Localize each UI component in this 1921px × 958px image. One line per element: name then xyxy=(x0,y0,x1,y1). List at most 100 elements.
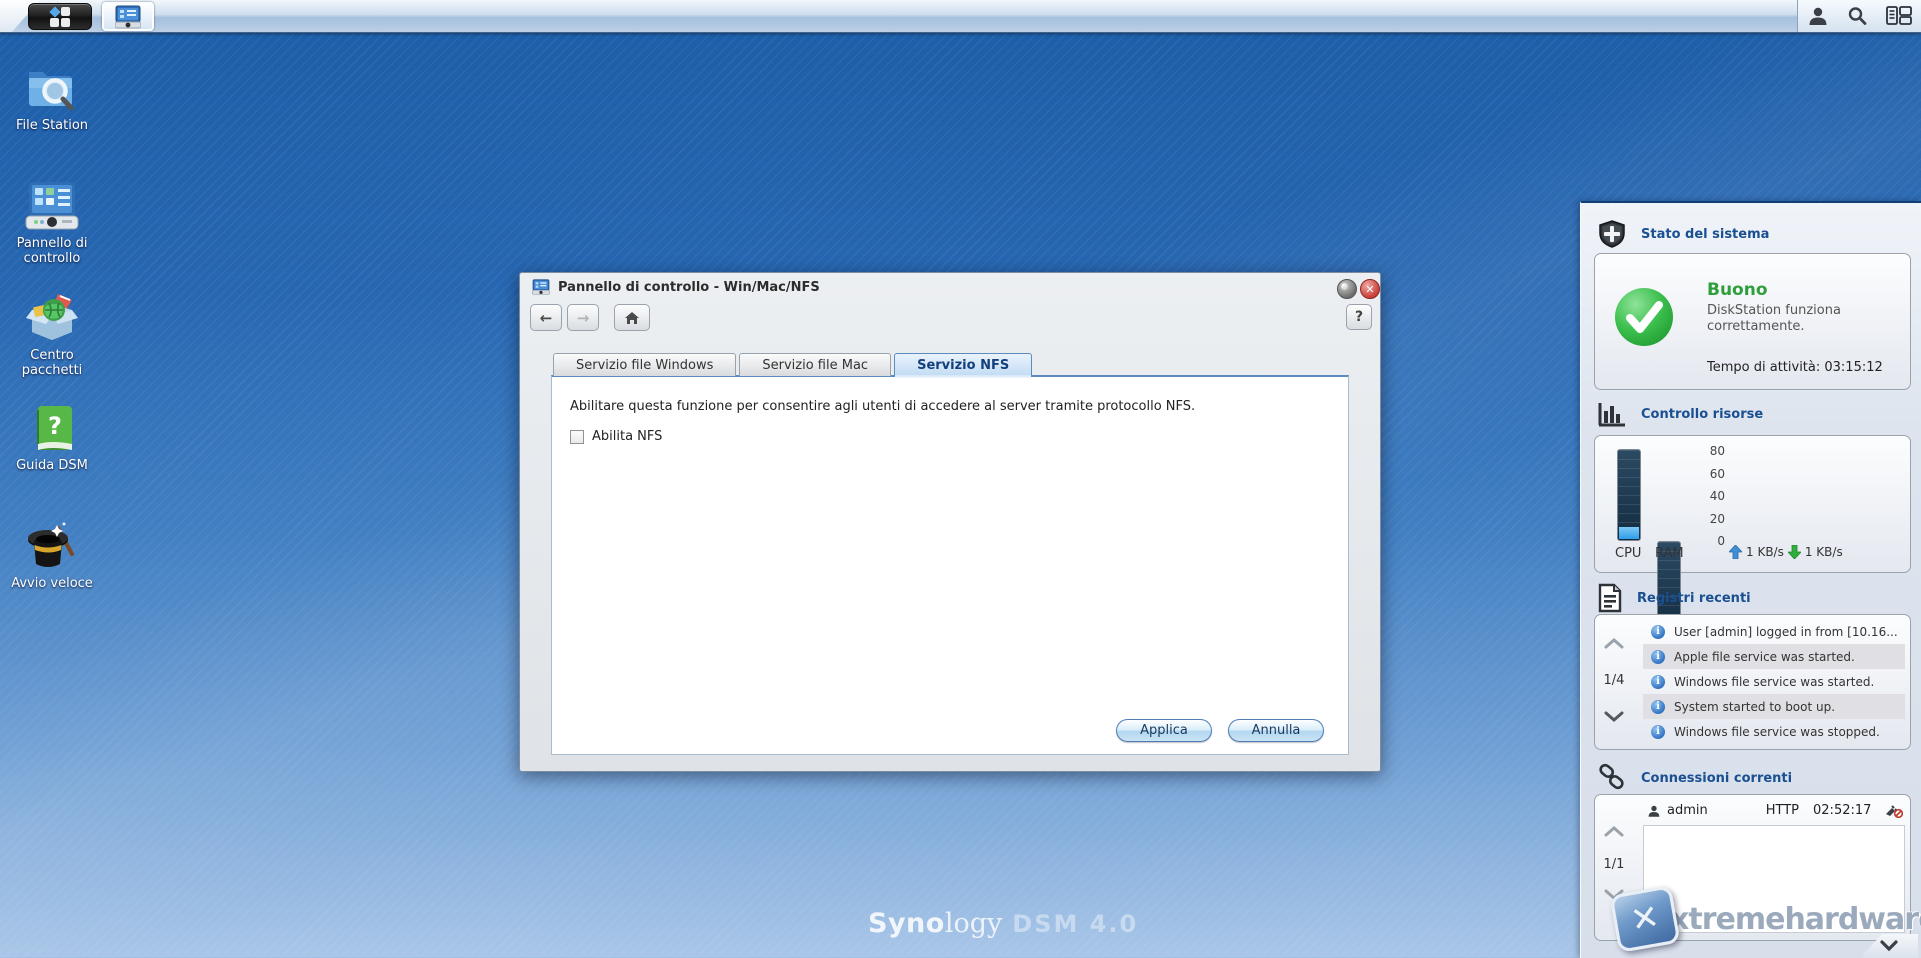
home-button[interactable] xyxy=(614,304,650,331)
nfs-description-text: Abilitare questa funzione per consentire… xyxy=(570,399,1195,414)
info-icon: i xyxy=(1651,675,1665,689)
desktop-icon-label: Centro pacchetti xyxy=(0,348,104,378)
section-title: Registri recenti xyxy=(1637,591,1751,606)
connection-row[interactable]: admin HTTP 02:52:17 xyxy=(1647,803,1903,818)
upload-rate: 1 KB/s xyxy=(1746,545,1784,559)
logs-pager: 1/4 xyxy=(1597,673,1631,688)
status-good-icon xyxy=(1613,286,1675,348)
taskbar xyxy=(0,0,1921,33)
desktop-icon-label: Pannello di controllo xyxy=(0,236,104,266)
main-menu-button[interactable] xyxy=(28,3,92,30)
site-watermark: ✕ xtremehardware.it xyxy=(1614,890,1921,948)
user-silhouette-icon xyxy=(1647,804,1661,818)
section-title: Controllo risorse xyxy=(1641,407,1763,422)
dsm-help-icon: ? xyxy=(0,400,104,454)
log-text: Apple file service was started. xyxy=(1674,650,1855,664)
site-logo-icon: ✕ xyxy=(1609,885,1680,953)
document-icon xyxy=(1597,583,1623,613)
close-button[interactable]: ✕ xyxy=(1360,279,1380,299)
section-title: Stato del sistema xyxy=(1641,227,1769,242)
info-icon: i xyxy=(1651,700,1665,714)
cpu-label: CPU xyxy=(1615,546,1641,561)
connections-page-up[interactable] xyxy=(1603,825,1625,837)
download-arrow-icon xyxy=(1788,545,1801,559)
taskbar-item-control-panel[interactable] xyxy=(102,2,154,31)
window-toolbar: ← → xyxy=(530,304,1370,336)
quick-start-icon xyxy=(0,518,104,572)
taskbar-right-tray xyxy=(1797,0,1921,32)
download-rate: 1 KB/s xyxy=(1805,545,1843,559)
tab-content-panel: Abilitare questa funzione per consentire… xyxy=(551,375,1349,755)
minimize-button[interactable] xyxy=(1337,279,1357,299)
dsm-version: DSM 4.0 xyxy=(1012,910,1138,938)
enable-nfs-label: Abilita NFS xyxy=(592,429,662,444)
desktop-icon-control-panel[interactable]: Pannello di controllo xyxy=(0,178,104,266)
minimize-glyph xyxy=(1341,283,1348,290)
log-row[interactable]: i Windows file service was stopped. xyxy=(1643,719,1905,744)
connections-header: Connessioni correnti xyxy=(1597,763,1792,793)
window-titlebar[interactable]: Pannello di controllo - Win/Mac/NFS xyxy=(520,273,1380,301)
site-watermark-text: xtremehardware.it xyxy=(1670,902,1921,937)
uptime-text: Tempo di attività: 03:15:12 xyxy=(1707,360,1883,375)
connection-user: admin xyxy=(1667,803,1708,818)
control-panel-icon xyxy=(115,5,141,29)
home-icon xyxy=(624,311,640,325)
apply-button[interactable]: Applica xyxy=(1116,719,1212,742)
tab-servizio-file-windows[interactable]: Servizio file Windows xyxy=(553,353,736,376)
cancel-button[interactable]: Annulla xyxy=(1228,719,1324,742)
control-panel-window: Pannello di controllo - Win/Mac/NFS ✕ ← … xyxy=(519,272,1381,772)
log-row[interactable]: i Windows file service was started. xyxy=(1643,669,1905,694)
main-menu-grid-icon xyxy=(47,6,73,28)
forward-button[interactable]: → xyxy=(567,304,599,331)
system-status-header: Stato del sistema xyxy=(1597,219,1769,249)
search-icon[interactable] xyxy=(1846,5,1868,27)
tab-servizio-file-mac[interactable]: Servizio file Mac xyxy=(739,353,891,376)
logs-page-down[interactable] xyxy=(1603,711,1625,723)
log-text: Windows file service was stopped. xyxy=(1674,725,1880,739)
disconnect-icon[interactable] xyxy=(1885,804,1903,818)
log-row[interactable]: i User [admin] logged in from [10.16... xyxy=(1643,619,1905,644)
package-center-icon xyxy=(0,290,104,344)
desktop-icon-file-station[interactable]: File Station xyxy=(0,60,104,133)
log-list: i User [admin] logged in from [10.16... … xyxy=(1643,619,1905,744)
section-title: Connessioni correnti xyxy=(1641,771,1792,786)
desktop-icon-dsm-help[interactable]: ? Guida DSM xyxy=(0,400,104,473)
log-row[interactable]: i System started to boot up. xyxy=(1643,694,1905,719)
brand-light: logy xyxy=(945,908,1002,939)
file-station-icon xyxy=(0,60,104,114)
help-icon: ? xyxy=(1355,309,1363,325)
log-text: User [admin] logged in from [10.16... xyxy=(1674,625,1898,639)
system-health-sidebar: Stato del sistema Buono DiskStation funz… xyxy=(1580,201,1921,958)
cancel-label: Annulla xyxy=(1252,723,1301,738)
link-chain-icon xyxy=(1597,763,1627,793)
desktop-icon-package-center[interactable]: Centro pacchetti xyxy=(0,290,104,378)
desktop-icon-label: Avvio veloce xyxy=(0,576,104,591)
resource-monitor-box: CPU RAM 806040200 1 KB/s 1 KB/s xyxy=(1594,435,1911,573)
tab-label: Servizio file Mac xyxy=(762,358,868,373)
network-legend: 1 KB/s 1 KB/s xyxy=(1729,545,1843,559)
status-message: DiskStation funziona correttamente. xyxy=(1707,303,1867,335)
recent-logs-header: Registri recenti xyxy=(1597,583,1751,613)
tab-label: Servizio file Windows xyxy=(576,358,713,373)
close-icon: ✕ xyxy=(1365,283,1374,296)
info-icon: i xyxy=(1651,650,1665,664)
desktop-icon-label: Guida DSM xyxy=(0,458,104,473)
desktop-icon-quick-start[interactable]: Avvio veloce xyxy=(0,518,104,591)
shield-icon xyxy=(1597,219,1627,249)
tab-servizio-nfs[interactable]: Servizio NFS xyxy=(894,353,1032,376)
forward-arrow-icon: → xyxy=(577,309,590,327)
help-button[interactable]: ? xyxy=(1346,304,1372,330)
back-button[interactable]: ← xyxy=(530,304,562,331)
status-value: Buono xyxy=(1707,280,1867,300)
enable-nfs-checkbox[interactable] xyxy=(570,430,584,444)
user-icon[interactable] xyxy=(1807,5,1829,27)
synology-dsm-watermark: Synology DSM 4.0 xyxy=(868,908,1138,939)
brand-bold: Syno xyxy=(868,908,945,939)
bar-chart-icon xyxy=(1597,401,1627,427)
pilot-view-icon[interactable] xyxy=(1886,5,1912,27)
info-icon: i xyxy=(1651,725,1665,739)
log-row[interactable]: i Apple file service was started. xyxy=(1643,644,1905,669)
logs-page-up[interactable] xyxy=(1603,637,1625,649)
log-text: Windows file service was started. xyxy=(1674,675,1874,689)
tab-bar: Servizio file Windows Servizio file Mac … xyxy=(553,353,1032,376)
